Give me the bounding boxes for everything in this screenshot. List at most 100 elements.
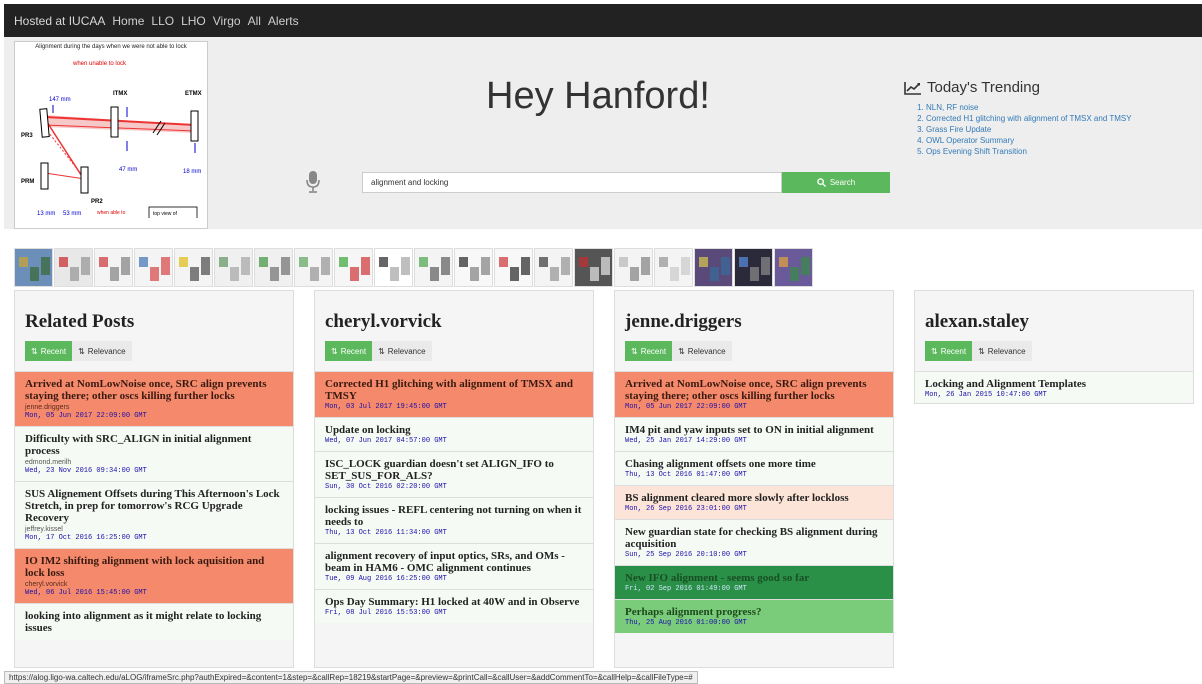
thumbnail-image[interactable] xyxy=(174,248,213,287)
nav-link-virgo[interactable]: Virgo xyxy=(213,14,241,28)
post-item[interactable]: New IFO alignment - seems good so far Fri… xyxy=(615,565,893,599)
post-item[interactable]: Perhaps alignment progress? Thu, 25 Aug 2… xyxy=(615,599,893,633)
nav-link-lho[interactable]: LHO xyxy=(181,14,206,28)
sort-recent-button[interactable]: ⇅ Recent xyxy=(625,341,673,361)
thumbnail-image[interactable] xyxy=(694,248,733,287)
post-item[interactable]: alignment recovery of input optics, SRs,… xyxy=(315,543,593,589)
post-title[interactable]: Chasing alignment offsets one more time xyxy=(625,458,883,470)
post-item[interactable]: Corrected H1 glitching with alignment of… xyxy=(315,371,593,417)
post-title[interactable]: Update on locking xyxy=(325,424,583,436)
nav-link-home[interactable]: Home xyxy=(112,14,144,28)
thumbnail-detail xyxy=(299,257,308,267)
post-title[interactable]: Arrived at NomLowNoise once, SRC align p… xyxy=(25,378,283,402)
post-item[interactable]: Locking and Alignment Templates Mon, 26 J… xyxy=(915,371,1193,403)
diagram-label-47mm: 47 mm xyxy=(119,167,137,173)
thumbnail-detail xyxy=(150,267,159,281)
post-item[interactable]: New guardian state for checking BS align… xyxy=(615,519,893,565)
post-date: Mon, 05 Jun 2017 22:09:00 GMT xyxy=(25,412,147,420)
trending-item[interactable]: Corrected H1 glitching with alignment of… xyxy=(926,113,1144,124)
thumbnail-image[interactable] xyxy=(14,248,53,287)
nav-link-llo[interactable]: LLO xyxy=(151,14,174,28)
sort-relevance-button[interactable]: ⇅ Relevance xyxy=(72,341,132,361)
post-item[interactable]: Chasing alignment offsets one more time T… xyxy=(615,451,893,485)
thumbnail-detail xyxy=(270,267,279,281)
post-date: Fri, 02 Sep 2016 01:49:00 GMT xyxy=(625,585,747,593)
sort-controls: ⇅ Recent ⇅ Relevance xyxy=(15,341,293,371)
thumbnail-detail xyxy=(670,267,679,281)
trending-item[interactable]: Ops Evening Shift Transition xyxy=(926,146,1144,157)
nav-link-all[interactable]: All xyxy=(248,14,261,28)
diagram-label-unable: when unable to lock xyxy=(72,61,127,67)
thumbnail-image[interactable] xyxy=(294,248,333,287)
post-title[interactable]: Difficulty with SRC_ALIGN in initial ali… xyxy=(25,433,283,457)
post-list: Arrived at NomLowNoise once, SRC align p… xyxy=(615,371,893,633)
post-item[interactable]: Ops Day Summary: H1 locked at 40W and in… xyxy=(315,589,593,623)
thumbnail-image[interactable] xyxy=(94,248,133,287)
thumbnail-detail xyxy=(110,267,119,281)
post-title[interactable]: BS alignment cleared more slowly after l… xyxy=(625,492,883,504)
post-title[interactable]: Perhaps alignment progress? xyxy=(625,606,883,618)
post-title[interactable]: looking into alignment as it might relat… xyxy=(25,610,283,634)
post-title[interactable]: SUS Alignement Offsets during This After… xyxy=(25,488,283,524)
thumbnail-image[interactable] xyxy=(414,248,453,287)
post-item[interactable]: Update on locking Wed, 07 Jun 2017 04:57:… xyxy=(315,417,593,451)
search-button[interactable]: Search xyxy=(782,172,890,193)
thumbnail-detail xyxy=(561,257,570,275)
post-title[interactable]: New IFO alignment - seems good so far xyxy=(625,572,883,584)
thumbnail-image[interactable] xyxy=(774,248,813,287)
post-item[interactable]: SUS Alignement Offsets during This After… xyxy=(15,481,293,548)
thumbnail-image[interactable] xyxy=(134,248,173,287)
post-title[interactable]: New guardian state for checking BS align… xyxy=(625,526,883,550)
post-item[interactable]: ISC_LOCK guardian doesn't set ALIGN_IFO … xyxy=(315,451,593,497)
post-title[interactable]: Ops Day Summary: H1 locked at 40W and in… xyxy=(325,596,583,608)
post-item[interactable]: Arrived at NomLowNoise once, SRC align p… xyxy=(615,371,893,417)
thumbnail-image[interactable] xyxy=(454,248,493,287)
post-item[interactable]: Difficulty with SRC_ALIGN in initial ali… xyxy=(15,426,293,481)
post-title[interactable]: IM4 pit and yaw inputs set to ON in init… xyxy=(625,424,883,436)
trending-item[interactable]: OWL Operator Summary xyxy=(926,135,1144,146)
thumbnail-detail xyxy=(521,257,530,275)
sort-recent-label: Recent xyxy=(640,346,667,356)
post-item[interactable]: locking issues - REFL centering not turn… xyxy=(315,497,593,543)
thumbnail-image[interactable] xyxy=(494,248,533,287)
post-title[interactable]: locking issues - REFL centering not turn… xyxy=(325,504,583,528)
trending-item[interactable]: NLN, RF noise xyxy=(926,102,1144,113)
thumbnail-image[interactable] xyxy=(614,248,653,287)
post-title[interactable]: IO IM2 shifting alignment with lock aqui… xyxy=(25,555,283,579)
thumbnail-detail xyxy=(379,257,388,267)
post-item[interactable]: looking into alignment as it might relat… xyxy=(15,603,293,640)
post-title[interactable]: alignment recovery of input optics, SRs,… xyxy=(325,550,583,574)
thumbnail-image[interactable] xyxy=(654,248,693,287)
thumbnail-image[interactable] xyxy=(734,248,773,287)
trending-item[interactable]: Grass Fire Update xyxy=(926,124,1144,135)
sort-relevance-button[interactable]: ⇅ Relevance xyxy=(672,341,732,361)
microphone-icon[interactable] xyxy=(306,171,320,193)
sort-relevance-button[interactable]: ⇅ Relevance xyxy=(972,341,1032,361)
thumbnail-image[interactable] xyxy=(54,248,93,287)
thumbnail-image[interactable] xyxy=(334,248,373,287)
post-item[interactable]: BS alignment cleared more slowly after l… xyxy=(615,485,893,519)
post-item[interactable]: Arrived at NomLowNoise once, SRC align p… xyxy=(15,371,293,426)
post-title[interactable]: ISC_LOCK guardian doesn't set ALIGN_IFO … xyxy=(325,458,583,482)
thumbnail-detail xyxy=(81,257,90,275)
search-input[interactable] xyxy=(362,172,782,193)
sort-relevance-button[interactable]: ⇅ Relevance xyxy=(372,341,432,361)
diagram-label-13mm: 13 mm xyxy=(37,211,55,217)
sort-recent-button[interactable]: ⇅ Recent xyxy=(925,341,973,361)
sort-recent-button[interactable]: ⇅ Recent xyxy=(25,341,73,361)
post-title[interactable]: Locking and Alignment Templates xyxy=(925,378,1183,390)
thumbnail-image[interactable] xyxy=(574,248,613,287)
nav-brand[interactable]: Hosted at IUCAA xyxy=(14,14,105,28)
post-title[interactable]: Arrived at NomLowNoise once, SRC align p… xyxy=(625,378,883,402)
nav-link-alerts[interactable]: Alerts xyxy=(268,14,299,28)
thumbnail-detail xyxy=(390,267,399,281)
thumbnail-image[interactable] xyxy=(534,248,573,287)
post-title[interactable]: Corrected H1 glitching with alignment of… xyxy=(325,378,583,402)
thumbnail-image[interactable] xyxy=(374,248,413,287)
featured-diagram[interactable]: Alignment during the days when we were n… xyxy=(14,41,208,229)
post-item[interactable]: IM4 pit and yaw inputs set to ON in init… xyxy=(615,417,893,451)
post-item[interactable]: IO IM2 shifting alignment with lock aqui… xyxy=(15,548,293,603)
thumbnail-image[interactable] xyxy=(254,248,293,287)
sort-recent-button[interactable]: ⇅ Recent xyxy=(325,341,373,361)
thumbnail-image[interactable] xyxy=(214,248,253,287)
